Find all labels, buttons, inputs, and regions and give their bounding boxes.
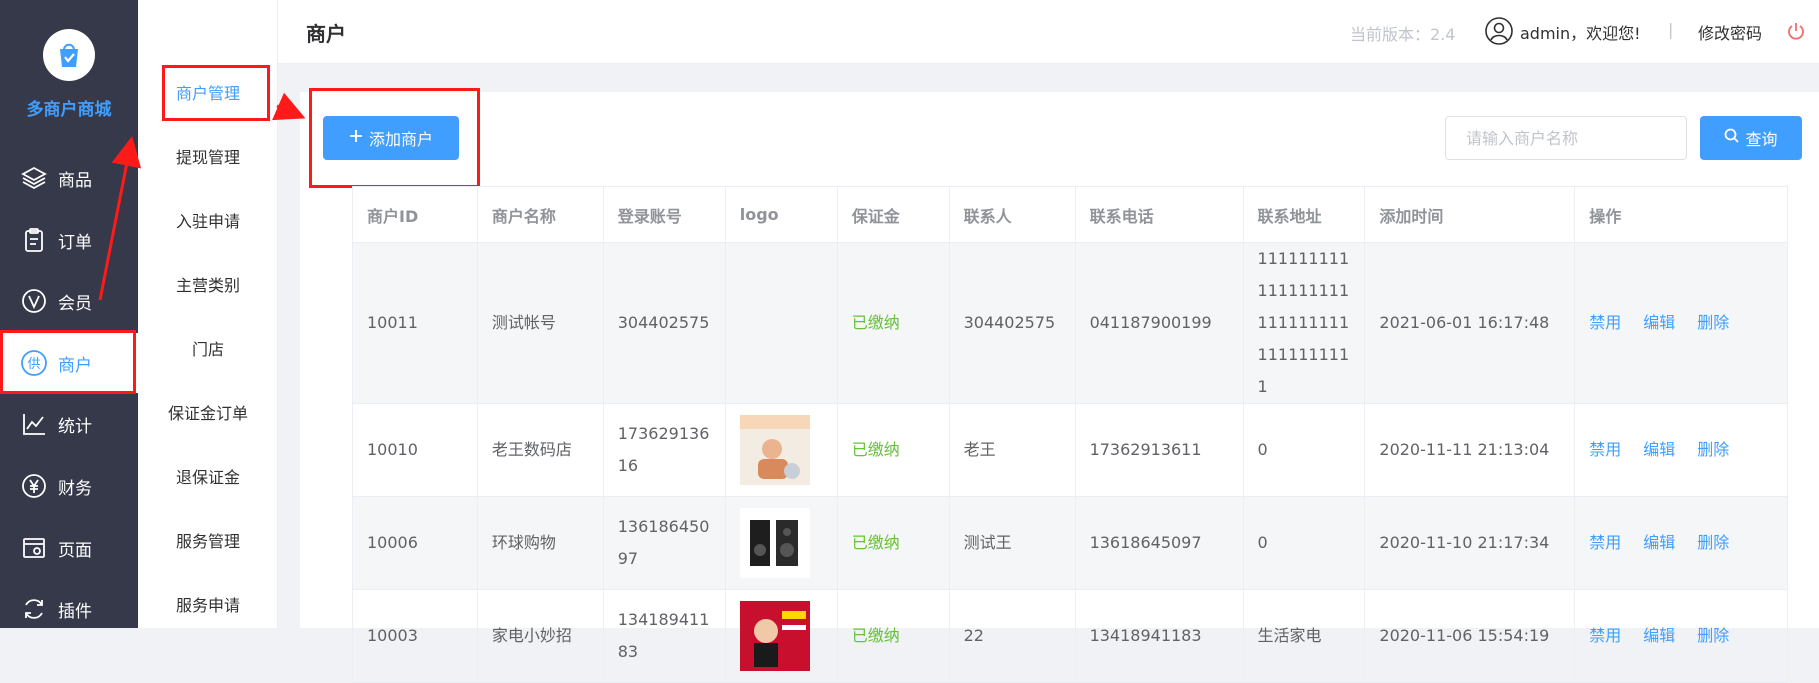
nav-item-stats[interactable]: 统计 <box>0 394 138 454</box>
table-header-row: 商户ID 商户名称 登录账号 logo 保证金 联系人 联系电话 联系地址 添加… <box>352 186 1788 243</box>
top-header: 商户 当前版本：2.4 admin，欢迎您! | 修改密码 <box>278 0 1819 64</box>
shop-logo-icon <box>43 29 95 81</box>
col-header-address: 联系地址 <box>1242 186 1366 243</box>
submenu-item-deposit-refund[interactable]: 退保证金 <box>138 458 278 498</box>
delete-link[interactable]: 删除 <box>1697 533 1729 552</box>
page-gear-icon <box>20 534 48 562</box>
highlight-box-merchants-nav <box>0 330 136 394</box>
nav-item-plugins[interactable]: 插件 <box>0 579 138 639</box>
highlight-box-merchant-manage <box>162 65 270 121</box>
delete-link[interactable]: 删除 <box>1697 626 1729 645</box>
arrow-submenu-to-add <box>272 92 306 121</box>
refresh-icon <box>20 595 48 623</box>
delete-link[interactable]: 删除 <box>1697 440 1729 459</box>
main-sidebar: 多商户商城 商品 订单 会员 供 商户 统计 财务 页面 插件 <box>0 0 138 628</box>
col-header-id: 商户ID <box>352 186 478 243</box>
delete-link[interactable]: 删除 <box>1697 313 1729 332</box>
col-header-account: 登录账号 <box>602 186 726 243</box>
merchant-logo-thumbnail <box>739 508 810 578</box>
change-password-link[interactable]: 修改密码 <box>1698 20 1762 44</box>
col-header-actions: 操作 <box>1574 186 1788 243</box>
submenu-item-categories[interactable]: 主营类别 <box>138 266 278 306</box>
submenu-item-stores[interactable]: 门店 <box>138 330 278 370</box>
col-header-logo: logo <box>724 186 838 243</box>
nav-item-members[interactable]: 会员 <box>0 271 138 331</box>
nav-item-goods[interactable]: 商品 <box>0 148 138 208</box>
nav-item-pages[interactable]: 页面 <box>0 518 138 578</box>
highlight-box-add-merchant <box>309 88 480 188</box>
nav-item-orders[interactable]: 订单 <box>0 210 138 270</box>
edit-link[interactable]: 编辑 <box>1643 440 1675 459</box>
merchant-logo-thumbnail <box>739 415 810 485</box>
nav-item-finance[interactable]: 财务 <box>0 456 138 516</box>
submenu-item-service-manage[interactable]: 服务管理 <box>138 522 278 562</box>
v-circle-icon <box>20 287 48 315</box>
disable-link[interactable]: 禁用 <box>1589 533 1621 552</box>
col-header-contact: 联系人 <box>948 186 1076 243</box>
table-row: 10006 环球购物 13618645097 已缴纳 测试王 136186450… <box>352 496 1788 590</box>
edit-link[interactable]: 编辑 <box>1643 313 1675 332</box>
col-header-name: 商户名称 <box>476 186 604 243</box>
edit-link[interactable]: 编辑 <box>1643 533 1675 552</box>
submenu-item-service-apply[interactable]: 服务申请 <box>138 586 278 626</box>
submenu-item-withdrawal[interactable]: 提现管理 <box>138 138 278 178</box>
user-avatar-icon <box>1484 16 1514 50</box>
col-header-time: 添加时间 <box>1364 186 1576 243</box>
layers-icon <box>20 164 48 192</box>
line-chart-icon <box>20 410 48 438</box>
logout-power-icon[interactable] <box>1786 21 1806 45</box>
disable-link[interactable]: 禁用 <box>1589 626 1621 645</box>
yen-circle-icon <box>20 472 48 500</box>
submenu-item-application[interactable]: 入驻申请 <box>138 202 278 242</box>
disable-link[interactable]: 禁用 <box>1589 313 1621 332</box>
col-header-phone: 联系电话 <box>1074 186 1244 243</box>
edit-link[interactable]: 编辑 <box>1643 626 1675 645</box>
col-header-deposit: 保证金 <box>836 186 950 243</box>
merchant-logo-thumbnail <box>739 601 810 671</box>
user-greeting[interactable]: admin，欢迎您! <box>1520 20 1641 44</box>
logo-cell-empty <box>724 242 838 404</box>
table-row: 10010 老王数码店 17362913616 已缴纳 老王 173629136… <box>352 403 1788 497</box>
table-row: 10011 测试帐号 304402575 已缴纳 304402575 04118… <box>352 242 1788 404</box>
search-icon <box>1724 128 1740 148</box>
header-separator: | <box>1668 20 1674 39</box>
brand-name: 多商户商城 <box>26 100 112 120</box>
table-row: 10003 家电小妙招 13418941183 已缴纳 22 134189411… <box>352 589 1788 683</box>
version-label: 当前版本：2.4 <box>1350 25 1456 44</box>
merchant-table: 商户ID 商户名称 登录账号 logo 保证金 联系人 联系电话 联系地址 添加… <box>352 186 1788 683</box>
query-button[interactable]: 查询 <box>1700 116 1802 160</box>
disable-link[interactable]: 禁用 <box>1589 440 1621 459</box>
clipboard-icon <box>20 226 48 254</box>
merchant-search-input[interactable] <box>1445 116 1687 160</box>
page-title: 商户 <box>306 22 346 46</box>
submenu-item-deposit-orders[interactable]: 保证金订单 <box>138 394 278 434</box>
